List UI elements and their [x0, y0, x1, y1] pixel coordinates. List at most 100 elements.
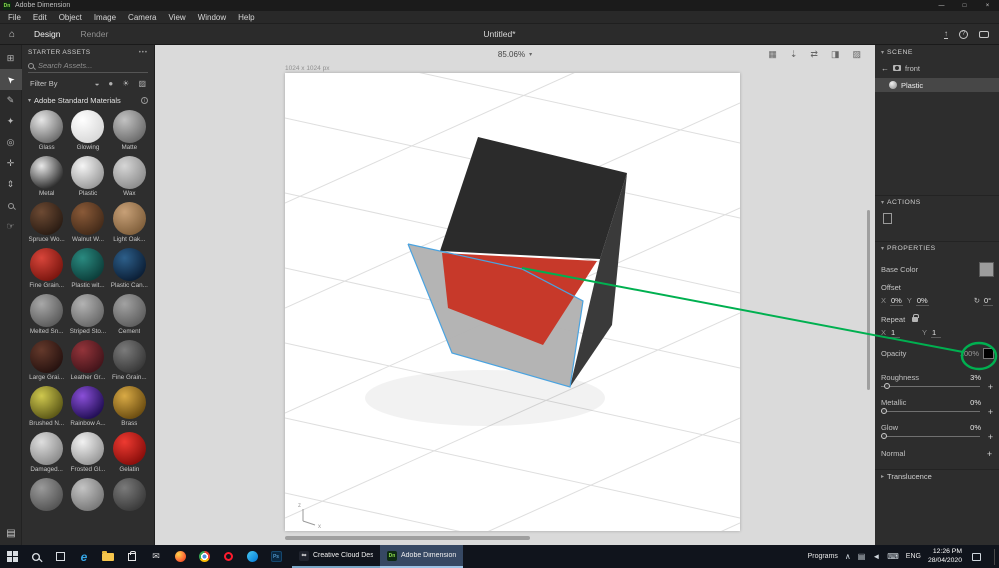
- material-item[interactable]: Brushed N...: [26, 386, 67, 427]
- glow-slider[interactable]: [881, 433, 980, 439]
- material-item[interactable]: Plastic wit...: [67, 248, 108, 289]
- repeat-x-value[interactable]: 1: [890, 328, 901, 338]
- lock-icon[interactable]: [912, 314, 920, 322]
- tab-render[interactable]: Render: [70, 24, 118, 45]
- glow-slider-knob[interactable]: [881, 433, 887, 439]
- opacity-map-swatch[interactable]: [983, 348, 994, 359]
- tray-caret-icon[interactable]: ∧: [845, 552, 851, 561]
- menu-window[interactable]: Window: [192, 13, 232, 22]
- scene-material-row-selected[interactable]: Plastic: [875, 78, 999, 92]
- roughness-slider[interactable]: [881, 383, 980, 389]
- zoom-tool-icon[interactable]: [0, 195, 22, 216]
- minimize-button[interactable]: —: [930, 0, 953, 11]
- materials-section-header[interactable]: ▾ Adobe Standard Materials i: [22, 90, 154, 108]
- material-item[interactable]: [109, 478, 150, 512]
- taskbar-search-icon[interactable]: [24, 545, 48, 568]
- back-arrow-icon[interactable]: ←: [881, 64, 889, 73]
- tray-speaker-icon[interactable]: ◄: [872, 552, 880, 561]
- comments-icon[interactable]: [979, 30, 989, 38]
- file-explorer-icon[interactable]: [96, 545, 120, 568]
- material-item[interactable]: Fine Grain...: [109, 340, 150, 381]
- glow-value[interactable]: 0%: [970, 423, 994, 432]
- filter-materials-icon[interactable]: ◒: [95, 79, 100, 88]
- magic-wand-tool-icon[interactable]: ✦: [0, 111, 22, 132]
- move-tool-icon[interactable]: ✛: [0, 153, 22, 174]
- material-item[interactable]: Rainbow A...: [67, 386, 108, 427]
- action-item-icon[interactable]: [883, 213, 892, 224]
- chrome-icon[interactable]: [192, 545, 216, 568]
- show-desktop-button[interactable]: [994, 548, 995, 565]
- scene-camera-row[interactable]: ← front: [875, 61, 999, 75]
- info-icon[interactable]: i: [141, 97, 148, 104]
- 3d-cube-object[interactable]: [407, 137, 627, 388]
- opera-icon[interactable]: [216, 545, 240, 568]
- mail-icon[interactable]: ✉: [144, 545, 168, 568]
- taskbar-programs[interactable]: Programs: [808, 553, 838, 560]
- material-item[interactable]: Brass: [109, 386, 150, 427]
- filter-models-icon[interactable]: ●: [108, 79, 113, 88]
- metallic-slider[interactable]: [881, 408, 980, 414]
- material-item[interactable]: Frosted Gl...: [67, 432, 108, 473]
- filter-lights-icon[interactable]: ☀: [122, 79, 129, 88]
- asset-search-box[interactable]: [28, 61, 148, 73]
- tray-clock[interactable]: 12:26 PM 28/04/2020: [928, 548, 962, 565]
- menu-camera[interactable]: Camera: [122, 13, 162, 22]
- close-button[interactable]: ×: [976, 0, 999, 11]
- tray-monitor-icon[interactable]: ▤: [858, 552, 866, 561]
- material-item[interactable]: Spruce Wo...: [26, 202, 67, 243]
- store-icon[interactable]: [120, 545, 144, 568]
- material-item[interactable]: Damaged...: [26, 432, 67, 473]
- task-view-icon[interactable]: [48, 545, 72, 568]
- properties-panel-header[interactable]: ▾ PROPERTIES: [875, 241, 999, 255]
- add-asset-icon[interactable]: ⊞: [0, 48, 22, 69]
- material-item[interactable]: Cement: [109, 294, 150, 335]
- scene-panel-header[interactable]: ▾ SCENE: [875, 45, 999, 59]
- firefox-icon[interactable]: [168, 545, 192, 568]
- actions-panel-header[interactable]: ▾ ACTIONS: [875, 195, 999, 209]
- tray-keyboard-icon[interactable]: ⌨: [887, 552, 899, 561]
- panel-toggle-icon[interactable]: ▤: [0, 524, 22, 542]
- offset-x-value[interactable]: 0%: [890, 296, 903, 306]
- material-item[interactable]: Walnut W...: [67, 202, 108, 243]
- filter-images-icon[interactable]: ▨: [138, 79, 146, 88]
- metallic-value[interactable]: 0%: [970, 398, 994, 407]
- canvas-document[interactable]: z x: [284, 45, 741, 545]
- add-roughness-map-button[interactable]: +: [986, 382, 995, 392]
- capture-icon[interactable]: ⇣: [790, 49, 798, 60]
- menu-file[interactable]: File: [2, 13, 27, 22]
- viewport-area[interactable]: 85.06% ▾ ▦ ⇣ ⇄ ◨ ▨ 1024 x 1024 px z x: [155, 45, 875, 545]
- material-item[interactable]: Light Oak...: [109, 202, 150, 243]
- roughness-slider-knob[interactable]: [883, 383, 890, 389]
- home-icon[interactable]: ⌂: [0, 29, 24, 40]
- material-item[interactable]: [26, 478, 67, 512]
- offset-rotation-value[interactable]: 0°: [983, 296, 993, 306]
- opacity-value[interactable]: 100%: [960, 349, 979, 358]
- zoom-control[interactable]: 85.06% ▾: [498, 50, 532, 59]
- material-item[interactable]: Matte: [109, 110, 150, 151]
- taskbar-app-dn[interactable]: Dn Adobe Dimension: [380, 545, 464, 568]
- rotate-icon[interactable]: ↻: [974, 296, 980, 305]
- edge-legacy-icon[interactable]: e: [72, 545, 96, 568]
- add-normal-map-button[interactable]: +: [985, 449, 994, 459]
- menu-edit[interactable]: Edit: [27, 13, 53, 22]
- material-item[interactable]: Metal: [26, 156, 67, 197]
- material-item[interactable]: Plastic Can...: [109, 248, 150, 289]
- scale-tool-icon[interactable]: ⇕: [0, 174, 22, 195]
- photoshop-icon[interactable]: Ps: [264, 545, 288, 568]
- notification-icon[interactable]: [972, 552, 981, 561]
- menu-image[interactable]: Image: [88, 13, 122, 22]
- material-item[interactable]: Glowing: [67, 110, 108, 151]
- taskbar-app-cc[interactable]: ∞ Creative Cloud Des...: [292, 545, 380, 568]
- menu-help[interactable]: Help: [232, 13, 260, 22]
- bookmark-icon[interactable]: ◨: [831, 49, 840, 60]
- horizontal-scrollbar[interactable]: [285, 536, 530, 540]
- offset-y-value[interactable]: 0%: [915, 296, 929, 306]
- vertical-scrollbar[interactable]: [867, 210, 870, 390]
- canvas-grid-icon[interactable]: ▦: [768, 49, 777, 60]
- tray-language[interactable]: ENG: [906, 553, 921, 560]
- metallic-slider-knob[interactable]: [881, 408, 887, 414]
- maximize-button[interactable]: □: [953, 0, 976, 11]
- select-tool-icon[interactable]: ➤: [0, 69, 22, 90]
- roughness-value[interactable]: 3%: [970, 373, 994, 382]
- material-item[interactable]: Plastic: [67, 156, 108, 197]
